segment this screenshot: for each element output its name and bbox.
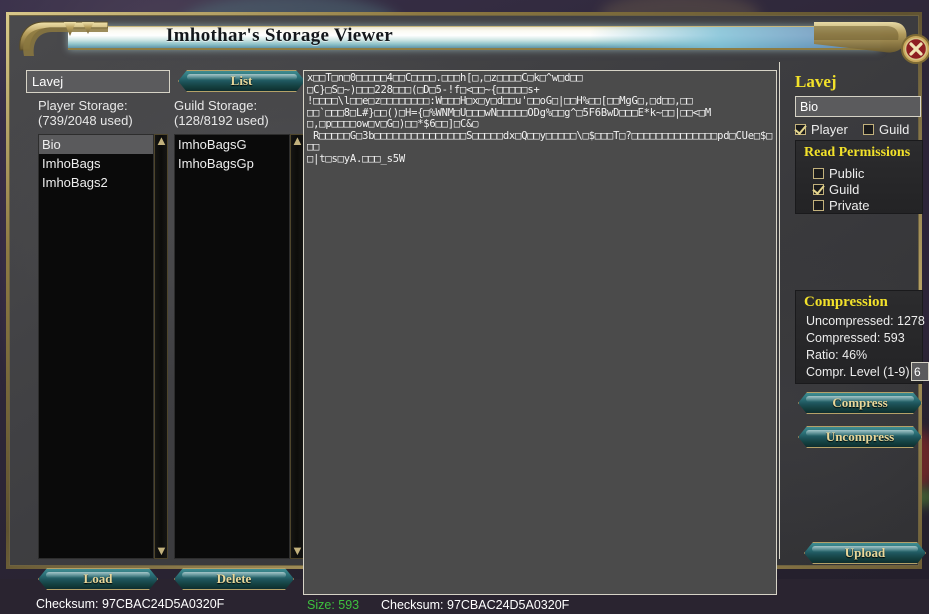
compress-button-label: Compress xyxy=(832,395,888,410)
delete-button[interactable]: Delete xyxy=(174,568,294,590)
permission-private-checkbox[interactable] xyxy=(813,200,824,211)
upload-button-label: Upload xyxy=(844,545,886,560)
guild-storage-usage: (128/8192 used) xyxy=(174,113,269,128)
left-ornament-icon xyxy=(19,21,108,56)
editor-checksum-label: Checksum: 97CBAC24D5A0320F xyxy=(381,598,570,612)
player-storage-title: Player Storage: xyxy=(38,98,128,113)
player-storage-usage: (739/2048 used) xyxy=(38,113,133,128)
window-content: List Player Storage: (739/2048 used) Gui… xyxy=(16,60,929,612)
chevron-up-icon[interactable]: ▲ xyxy=(155,134,168,148)
game-screen: Imhothar's Storage Viewer List Player St… xyxy=(0,0,929,612)
data-textarea[interactable]: x□□T□n□0□□□□□4□□C□□□□.□□□h[□,□z□□□□C□k□^… xyxy=(303,70,777,595)
list-item[interactable]: ImhoBagsGp xyxy=(175,154,289,173)
close-x-icon[interactable] xyxy=(900,33,929,65)
vertical-divider xyxy=(779,62,780,559)
uncompress-button-label: Uncompress xyxy=(825,429,895,444)
permission-guild-checkbox[interactable] xyxy=(813,184,824,195)
scope-player-checkbox[interactable] xyxy=(795,124,806,135)
list-item[interactable]: ImhoBagsG xyxy=(175,135,289,154)
permission-public-label: Public xyxy=(829,166,865,181)
uncompress-button[interactable]: Uncompress xyxy=(798,426,922,448)
compress-button[interactable]: Compress xyxy=(798,392,922,414)
player-list-scrollbar[interactable]: ▲ ▼ xyxy=(154,134,168,559)
uncompressed-size-label: Uncompressed: 1278 xyxy=(806,314,925,328)
guild-list-scrollbar[interactable]: ▲ ▼ xyxy=(290,134,304,559)
scope-guild-label: Guild xyxy=(879,122,910,137)
right-ornament-icon xyxy=(814,22,907,53)
permission-public-row[interactable]: Public xyxy=(813,166,864,181)
storage-viewer-window: Imhothar's Storage Viewer List Player St… xyxy=(6,12,929,612)
compression-level-label: Compr. Level (1-9) xyxy=(806,365,910,379)
chevron-down-icon[interactable]: ▼ xyxy=(155,544,168,558)
page-title: Imhothar's Storage Viewer xyxy=(166,25,394,46)
list-button-label: List xyxy=(230,73,253,88)
read-permissions-title: Read Permissions xyxy=(804,145,911,160)
load-button[interactable]: Load xyxy=(38,568,158,590)
list-item[interactable]: Bio xyxy=(39,135,153,154)
list-item[interactable]: ImhoBags xyxy=(39,154,153,173)
storage-name-input[interactable] xyxy=(795,96,921,117)
guild-storage-label: Guild Storage: (128/8192 used) xyxy=(174,98,269,128)
chevron-up-icon[interactable]: ▲ xyxy=(291,134,304,148)
right-panel: Lavej Player Guild Read Permissions Publ… xyxy=(786,62,929,561)
character-name-input[interactable] xyxy=(26,70,170,93)
permission-private-label: Private xyxy=(829,198,870,213)
guild-storage-title: Guild Storage: xyxy=(174,98,258,113)
right-panel-title: Lavej xyxy=(795,72,837,91)
title-bar: Imhothar's Storage Viewer xyxy=(16,16,929,64)
compression-panel: Compression Uncompressed: 1278 Compresse… xyxy=(795,290,929,384)
upload-button[interactable]: Upload xyxy=(804,542,926,564)
permission-guild-label: Guild xyxy=(829,182,860,197)
scope-guild-checkbox[interactable] xyxy=(863,124,874,135)
list-item[interactable]: ImhoBags2 xyxy=(39,173,153,192)
compression-ratio-label: Ratio: 46% xyxy=(806,348,868,362)
data-textarea-content: x□□T□n□0□□□□□4□□C□□□□.□□□h[□,□z□□□□C□k□^… xyxy=(307,72,773,165)
permission-private-row[interactable]: Private xyxy=(813,198,869,213)
scope-guild-row[interactable]: Guild xyxy=(863,122,909,137)
chevron-down-icon[interactable]: ▼ xyxy=(291,544,304,558)
permission-public-checkbox[interactable] xyxy=(813,168,824,179)
size-label: Size: 593 xyxy=(307,598,360,612)
left-checksum-label: Checksum: 97CBAC24D5A0320F xyxy=(36,597,225,611)
read-permissions-panel: Read Permissions Public Guild Private xyxy=(795,140,923,214)
player-storage-label: Player Storage: (739/2048 used) xyxy=(38,98,133,128)
scope-player-label: Player xyxy=(811,122,848,137)
player-storage-list[interactable]: Bio ImhoBags ImhoBags2 xyxy=(38,134,154,559)
compression-level-input[interactable] xyxy=(911,362,929,381)
scope-player-row[interactable]: Player xyxy=(795,122,848,137)
permission-guild-row[interactable]: Guild xyxy=(813,182,859,197)
compressed-size-label: Compressed: 593 xyxy=(806,331,905,345)
editor-status-bar: Size: 593 Checksum: 97CBAC24D5A0320F xyxy=(303,598,777,614)
guild-storage-list[interactable]: ImhoBagsG ImhoBagsGp xyxy=(174,134,290,559)
compression-title: Compression xyxy=(804,294,888,310)
list-button[interactable]: List xyxy=(178,70,305,92)
